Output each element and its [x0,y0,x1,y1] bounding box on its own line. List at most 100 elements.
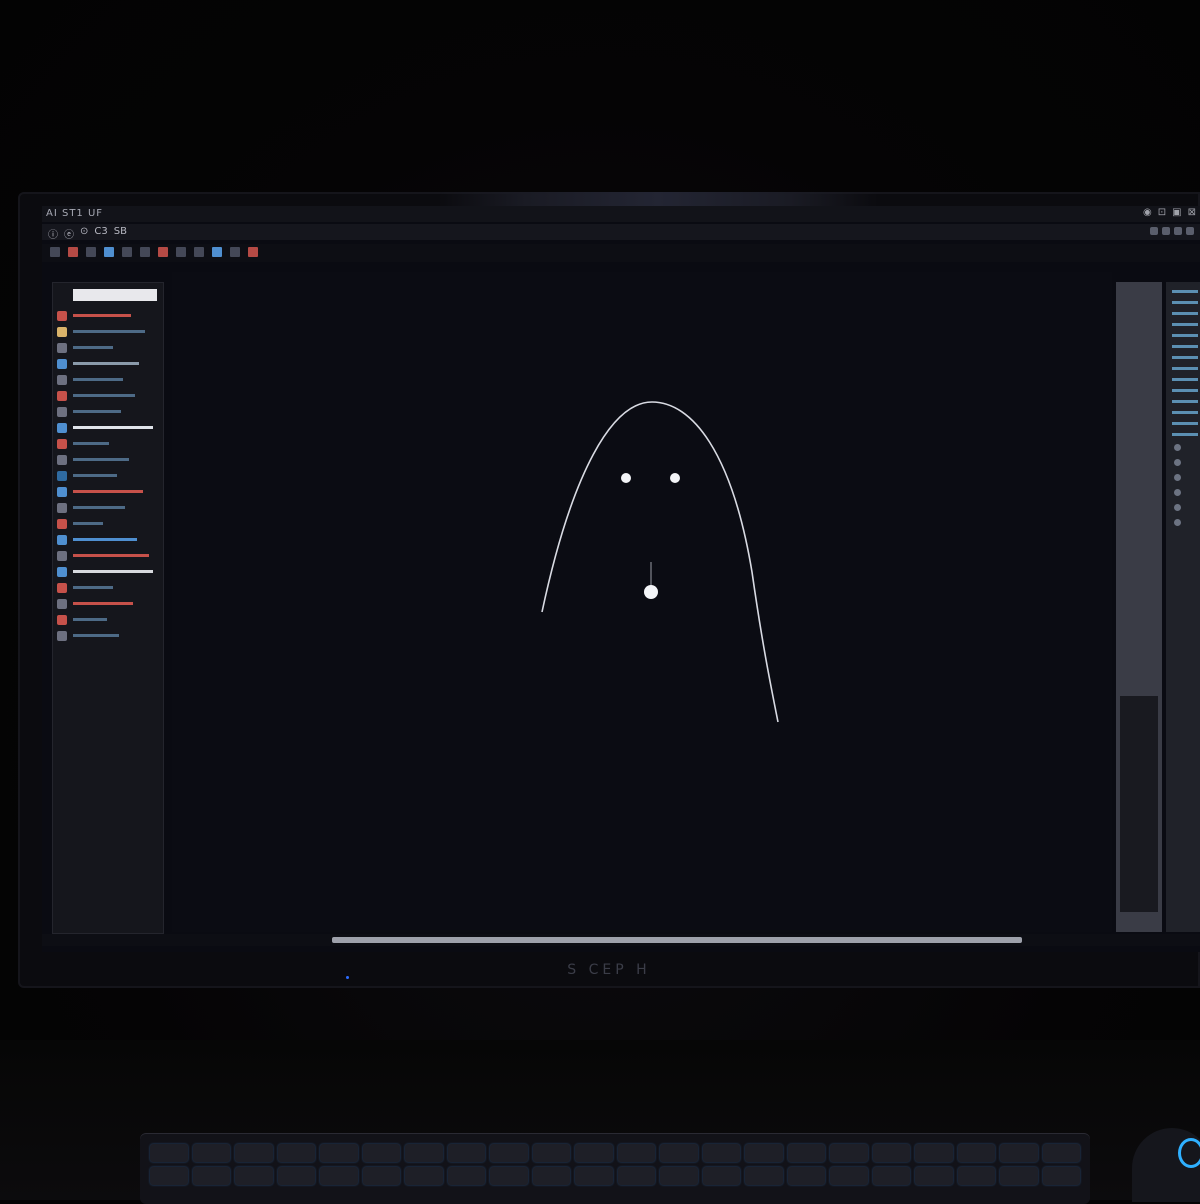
tool-row[interactable] [1172,411,1198,414]
tool-dot[interactable] [1174,519,1181,526]
layer-icon [57,422,67,433]
layer-bar [73,394,135,397]
layer-icon [57,598,67,609]
layer-icon [57,454,67,465]
panel-icon[interactable] [1162,227,1170,235]
tool-icon[interactable] [86,247,96,257]
layer-bar [73,618,107,621]
layer-row[interactable] [57,389,159,402]
tool-row[interactable] [1172,433,1198,436]
layer-bar [73,522,103,525]
window-control-icon[interactable]: ◉ [1143,207,1152,218]
layer-row[interactable] [57,629,159,642]
layer-row[interactable] [57,309,159,322]
tool-row[interactable] [1172,378,1198,381]
keyboard [140,1134,1090,1204]
ghost-mouth [644,585,658,599]
tool-icon[interactable] [140,247,150,257]
tool-icon[interactable] [50,247,60,257]
tool-row[interactable] [1172,422,1198,425]
menu-items: ⓘ ⓔ ⊙ C3 SB [48,226,127,241]
panel-icon[interactable] [1186,227,1194,235]
layer-row[interactable] [57,325,159,338]
tool-icon[interactable] [104,247,114,257]
tool-row[interactable] [1172,323,1198,326]
tool-icon[interactable] [68,247,78,257]
tool-row[interactable] [1172,400,1198,403]
ghost-outline [541,401,779,723]
screen: AI ST1 UF ◉ ⊡ ▣ ⊠ ⓘ ⓔ ⊙ C3 SB [42,206,1200,952]
layer-row[interactable] [57,405,159,418]
layer-row[interactable] [57,485,159,498]
tool-dot[interactable] [1174,504,1181,511]
window-control-icon[interactable]: ▣ [1172,207,1181,218]
menu-item[interactable]: SB [114,226,127,241]
layer-row[interactable] [57,517,159,530]
layer-bar [73,362,139,365]
layer-row[interactable] [57,421,159,434]
tool-row[interactable] [1172,334,1198,337]
layer-row[interactable] [57,453,159,466]
layer-row[interactable] [57,565,159,578]
layer-icon [57,534,67,545]
app-title: AI ST1 UF [46,208,104,219]
window-control-icon[interactable]: ⊡ [1158,207,1166,218]
layer-row[interactable] [57,341,159,354]
layer-row[interactable] [57,613,159,626]
tool-row[interactable] [1172,345,1198,348]
tools-panel [1166,282,1200,932]
tool-icon[interactable] [248,247,258,257]
horizontal-scrollbar[interactable] [332,937,1022,943]
panel-icon[interactable] [1150,227,1158,235]
tool-icon[interactable] [176,247,186,257]
tool-icon[interactable] [212,247,222,257]
layer-row[interactable] [57,357,159,370]
panel-icon[interactable] [1174,227,1182,235]
menu-bar: ⓘ ⓔ ⊙ C3 SB [42,224,1200,241]
power-led [346,976,349,979]
toolbar [42,244,1200,262]
layer-row[interactable] [57,597,159,610]
menu-item[interactable]: ⓘ [48,226,58,241]
tool-row[interactable] [1172,389,1198,392]
layer-row[interactable] [57,469,159,482]
tool-row[interactable] [1172,290,1198,293]
layer-icon [57,374,67,385]
tool-dot[interactable] [1174,489,1181,496]
layer-row[interactable] [57,533,159,546]
layer-bar [73,330,145,333]
layers-panel [52,282,164,934]
menu-item[interactable]: ⊙ [80,226,88,241]
title-bar: AI ST1 UF ◉ ⊡ ▣ ⊠ [42,206,1200,222]
panel-header [73,289,157,301]
tool-icon[interactable] [158,247,168,257]
layer-bar [73,426,153,429]
close-icon[interactable]: ⊠ [1188,207,1196,218]
layer-bar [73,442,109,445]
layer-icon [57,310,67,321]
layer-icon [57,518,67,529]
tool-row[interactable] [1172,367,1198,370]
monitor-brand: S CEP H [567,962,651,978]
tool-icon[interactable] [230,247,240,257]
tool-dot[interactable] [1174,444,1181,451]
tool-dot[interactable] [1174,474,1181,481]
tool-icon[interactable] [122,247,132,257]
tool-dot[interactable] [1174,459,1181,466]
layer-icon [57,326,67,337]
tool-row[interactable] [1172,356,1198,359]
layer-icon [57,406,67,417]
layer-row[interactable] [57,581,159,594]
layer-row[interactable] [57,437,159,450]
layer-row[interactable] [57,373,159,386]
tool-row[interactable] [1172,301,1198,304]
properties-panel [1116,282,1162,932]
tool-row[interactable] [1172,312,1198,315]
layer-bar [73,634,119,637]
tool-icon[interactable] [194,247,204,257]
drawing-canvas[interactable] [172,272,1112,932]
layer-row[interactable] [57,549,159,562]
menu-item[interactable]: C3 [94,226,107,241]
menu-item[interactable]: ⓔ [64,226,74,241]
layer-row[interactable] [57,501,159,514]
